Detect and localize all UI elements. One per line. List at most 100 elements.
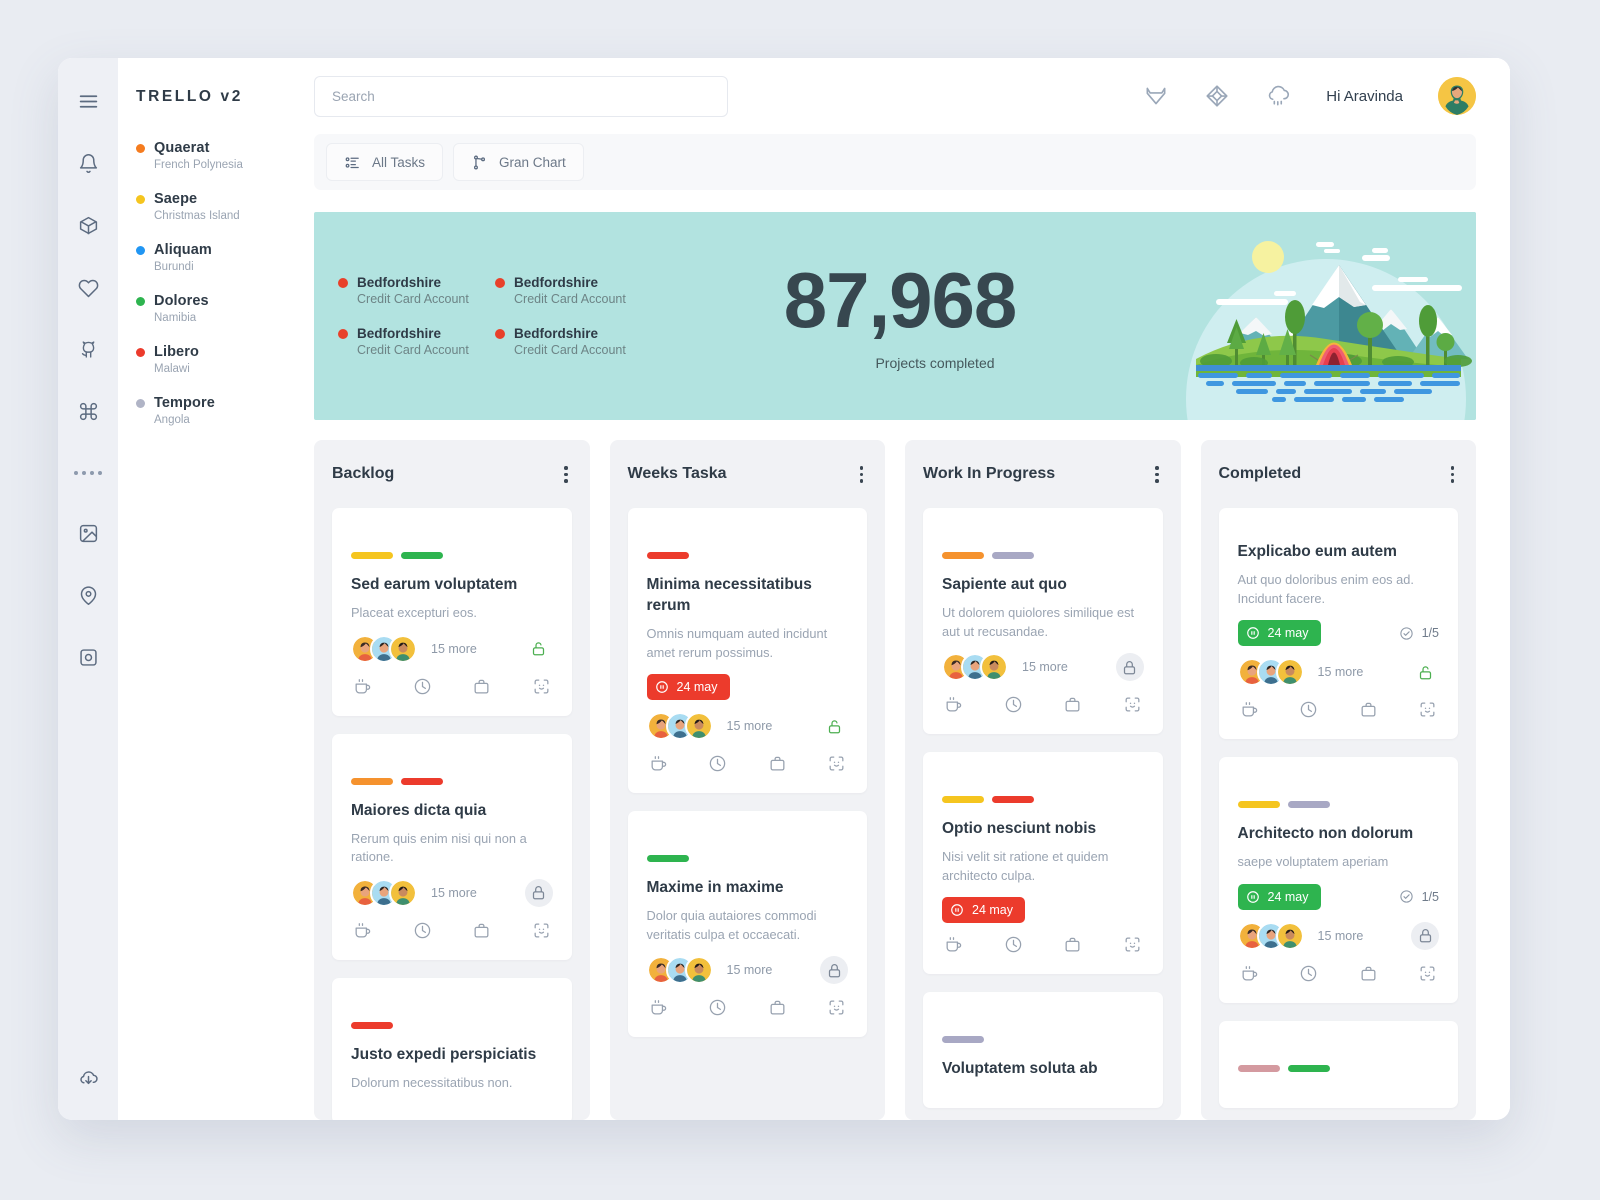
sidebar-project-libero[interactable]: Libero Malawi xyxy=(136,344,298,375)
briefcase-icon[interactable] xyxy=(472,921,491,940)
task-card[interactable]: Sapiente aut quo Ut dolorem quiolores si… xyxy=(923,508,1163,735)
project-header: Dolores xyxy=(136,293,298,309)
due-date-badge[interactable]: 24 may xyxy=(646,674,730,701)
card-actions xyxy=(647,754,849,773)
face-scan-icon[interactable] xyxy=(827,998,846,1017)
heart-icon[interactable] xyxy=(71,270,105,304)
avatar-group[interactable] xyxy=(646,712,713,741)
lock-icon[interactable] xyxy=(820,956,848,985)
task-card[interactable]: Maxime in maxime Dolor quia autaiores co… xyxy=(627,811,867,1038)
face-scan-icon[interactable] xyxy=(532,921,551,940)
task-card[interactable]: Optio nesciunt nobis Nisi velit sit rati… xyxy=(923,752,1163,975)
account-item[interactable]: Bedfordshire Credit Card Account xyxy=(495,326,644,357)
avatar[interactable] xyxy=(1438,77,1476,115)
clock-icon[interactable] xyxy=(708,998,727,1017)
face-scan-icon[interactable] xyxy=(827,754,846,773)
more-members-label: 15 more xyxy=(431,641,477,656)
task-card[interactable]: Sed earum voluptatem Placeat excepturi e… xyxy=(332,508,572,716)
briefcase-icon[interactable] xyxy=(472,677,491,696)
face-scan-icon[interactable] xyxy=(1123,695,1142,714)
aperture-icon[interactable] xyxy=(71,640,105,674)
search-input[interactable] xyxy=(314,75,728,117)
label-pill xyxy=(1237,801,1280,809)
coffee-icon[interactable] xyxy=(944,695,963,714)
coffee-icon[interactable] xyxy=(1240,964,1259,983)
lock-icon[interactable] xyxy=(1115,653,1144,682)
sidebar-project-aliquam[interactable]: Aliquam Burundi xyxy=(136,242,298,273)
cube-icon[interactable] xyxy=(1204,83,1230,109)
sidebar-project-quaerat[interactable]: Quaerat French Polynesia xyxy=(136,140,298,171)
unlock-icon[interactable] xyxy=(820,712,848,740)
task-card[interactable]: Explicabo eum autem Aut quo doloribus en… xyxy=(1218,508,1458,740)
dots-icon[interactable] xyxy=(71,456,105,490)
task-card[interactable]: Maiores dicta quia Rerum quis enim nisi … xyxy=(332,733,572,960)
sidebar-project-saepe[interactable]: Saepe Christmas Island xyxy=(136,191,298,222)
task-card[interactable]: Justo expedi perspiciatis Dolorum necess… xyxy=(332,977,572,1120)
avatar-group[interactable] xyxy=(1237,921,1304,950)
gitlab-icon[interactable] xyxy=(1143,83,1169,109)
unlock-icon[interactable] xyxy=(525,635,553,663)
command-icon[interactable] xyxy=(71,394,105,428)
due-date-badge[interactable]: 24 may xyxy=(1237,620,1321,647)
tab-all-tasks[interactable]: All Tasks xyxy=(326,143,444,182)
task-card[interactable] xyxy=(1218,1020,1458,1108)
briefcase-icon[interactable] xyxy=(1359,700,1378,719)
avatar-group[interactable] xyxy=(351,634,417,663)
account-item[interactable]: Bedfordshire Credit Card Account xyxy=(338,275,487,306)
bell-icon[interactable] xyxy=(71,146,105,180)
avatar-group[interactable] xyxy=(942,653,1008,682)
coffee-icon[interactable] xyxy=(353,677,372,696)
briefcase-icon[interactable] xyxy=(1359,964,1378,983)
face-scan-icon[interactable] xyxy=(532,677,551,696)
lock-icon[interactable] xyxy=(524,878,553,907)
coffee-icon[interactable] xyxy=(649,998,668,1017)
menu-icon[interactable] xyxy=(71,84,105,118)
task-card[interactable]: Architecto non dolorum saepe voluptatem … xyxy=(1218,757,1458,1003)
clock-icon[interactable] xyxy=(708,754,727,773)
briefcase-icon[interactable] xyxy=(1063,935,1082,954)
tab-gran-chart[interactable]: Gran Chart xyxy=(453,143,584,182)
coffee-icon[interactable] xyxy=(944,935,963,954)
clock-icon[interactable] xyxy=(1299,964,1318,983)
avatar-group[interactable] xyxy=(1237,658,1304,687)
clock-icon[interactable] xyxy=(1299,700,1318,719)
face-scan-icon[interactable] xyxy=(1418,700,1437,719)
task-card[interactable]: Voluptatem soluta ab xyxy=(923,992,1163,1109)
due-date-badge[interactable]: 24 may xyxy=(1237,883,1321,910)
rain-cloud-icon[interactable] xyxy=(1265,83,1291,109)
briefcase-icon[interactable] xyxy=(1063,695,1082,714)
briefcase-icon[interactable] xyxy=(768,754,787,773)
due-date-badge[interactable]: 24 may xyxy=(942,897,1025,924)
tab-label: Gran Chart xyxy=(499,154,566,170)
briefcase-icon[interactable] xyxy=(768,998,787,1017)
github-icon[interactable] xyxy=(71,332,105,366)
column-menu-icon[interactable] xyxy=(856,462,868,487)
more-members-label: 15 more xyxy=(431,885,477,900)
account-item[interactable]: Bedfordshire Credit Card Account xyxy=(495,275,644,306)
sidebar-project-tempore[interactable]: Tempore Angola xyxy=(136,395,298,426)
face-scan-icon[interactable] xyxy=(1418,964,1437,983)
sidebar-project-dolores[interactable]: Dolores Namibia xyxy=(136,293,298,324)
column-menu-icon[interactable] xyxy=(560,462,572,487)
clock-icon[interactable] xyxy=(413,921,432,940)
column-menu-icon[interactable] xyxy=(1447,462,1459,487)
unlock-icon[interactable] xyxy=(1411,658,1439,686)
clock-icon[interactable] xyxy=(1004,695,1023,714)
avatar-group[interactable] xyxy=(646,956,713,985)
location-pin-icon[interactable] xyxy=(71,578,105,612)
task-card[interactable]: Minima necessitatibus rerum Omnis numqua… xyxy=(627,508,867,794)
clock-icon[interactable] xyxy=(1004,935,1023,954)
coffee-icon[interactable] xyxy=(1240,700,1259,719)
account-item[interactable]: Bedfordshire Credit Card Account xyxy=(338,326,487,357)
avatar-group[interactable] xyxy=(351,878,417,907)
image-icon[interactable] xyxy=(71,516,105,550)
face-scan-icon[interactable] xyxy=(1123,935,1142,954)
coffee-icon[interactable] xyxy=(649,754,668,773)
clock-icon[interactable] xyxy=(413,677,432,696)
lock-icon[interactable] xyxy=(1411,921,1439,950)
box-icon[interactable] xyxy=(71,208,105,242)
cloud-download-icon[interactable] xyxy=(71,1060,105,1094)
coffee-icon[interactable] xyxy=(353,921,372,940)
account-name: Bedfordshire xyxy=(514,275,599,291)
column-menu-icon[interactable] xyxy=(1151,462,1163,487)
